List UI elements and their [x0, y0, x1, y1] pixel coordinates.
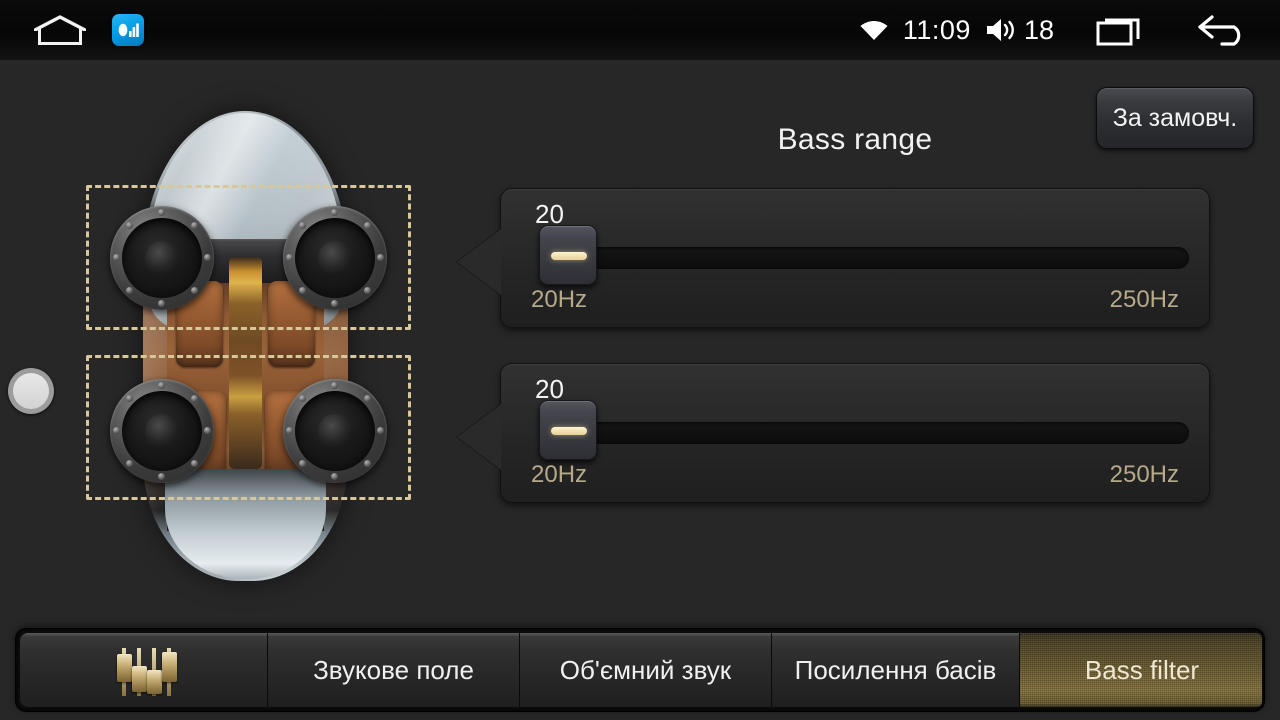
rotary-knob[interactable]	[8, 368, 54, 414]
speaker-screw	[191, 287, 198, 294]
speaker-dome	[318, 241, 352, 275]
speaker-screw	[364, 287, 371, 294]
speaker-screw	[331, 473, 338, 480]
page-title: Bass range	[777, 123, 933, 156]
speaker-screw	[191, 222, 198, 229]
speaker-screw	[126, 460, 133, 467]
slider-min-label: 20Hz	[531, 461, 588, 488]
front-right-speaker[interactable]	[283, 206, 387, 310]
speaker-screw	[331, 382, 338, 389]
speaker-screw	[331, 300, 338, 307]
rear-left-speaker[interactable]	[110, 379, 214, 483]
slider-max-label: 250Hz	[1109, 461, 1179, 488]
status-bar: 11:09 18	[0, 0, 1280, 60]
tab-surround-sound[interactable]: Об'ємний звук	[520, 633, 772, 707]
speaker-screw	[299, 287, 306, 294]
speaker-screw	[377, 427, 384, 434]
speaker-screw	[158, 473, 165, 480]
fader-cap	[116, 654, 132, 682]
speaker-screw	[158, 382, 165, 389]
speaker-dome	[145, 241, 179, 275]
back-arrow-icon[interactable]	[1196, 13, 1250, 47]
home-icon[interactable]	[34, 15, 86, 45]
car-body	[143, 111, 348, 581]
speaker-screw	[113, 254, 120, 261]
speaker-screw	[299, 395, 306, 402]
speaker-screw	[331, 209, 338, 216]
equalizer-icon	[116, 644, 177, 696]
speaker-screw	[299, 222, 306, 229]
bottom-tab-bar: Звукове поле Об'ємний звук Посилення бас…	[16, 629, 1264, 711]
music-equalizer-app-icon[interactable]	[112, 14, 144, 46]
speaker-screw	[126, 222, 133, 229]
panel-pointer-icon	[457, 404, 501, 470]
home-walls-icon	[38, 28, 82, 45]
speaker-screw	[364, 222, 371, 229]
rear-right-speaker[interactable]	[283, 379, 387, 483]
front-left-speaker[interactable]	[110, 206, 214, 310]
volume-icon[interactable]	[985, 17, 1017, 43]
speaker-dome	[145, 414, 179, 448]
speaker-screw	[113, 427, 120, 434]
speaker-screw	[364, 395, 371, 402]
speaker-screw	[158, 209, 165, 216]
volume-level: 18	[1023, 14, 1054, 45]
slider-max-label: 250Hz	[1109, 286, 1179, 313]
slider-thumb[interactable]	[539, 225, 597, 285]
slider-fill	[545, 249, 1187, 267]
car-diagram	[86, 105, 416, 585]
speaker-screw	[364, 460, 371, 467]
panel-pointer-icon	[457, 229, 501, 295]
speaker-screw	[126, 395, 133, 402]
rear-bass-range-slider[interactable]: 20 20Hz 250Hz	[457, 363, 1210, 503]
fader-cap	[161, 652, 177, 682]
front-bass-range-slider[interactable]: 20 20Hz 250Hz	[457, 188, 1210, 328]
fader-cap	[146, 670, 162, 694]
slider-thumb[interactable]	[539, 400, 597, 460]
speaker-screw	[204, 427, 211, 434]
speaker-screw	[191, 460, 198, 467]
wifi-icon	[859, 18, 889, 42]
slider-fill	[545, 424, 1187, 442]
speaker-screw	[286, 254, 293, 261]
speaker-screw	[204, 254, 211, 261]
fader-cap	[131, 666, 147, 692]
status-bar-right: 11:09 18	[859, 0, 1280, 60]
recents-icon[interactable]	[1096, 14, 1144, 46]
status-clock: 11:09	[902, 14, 971, 45]
tab-bass-boost[interactable]: Посилення басів	[772, 633, 1020, 707]
speaker-screw	[191, 395, 198, 402]
tab-bass-filter[interactable]: Bass filter	[1020, 633, 1262, 707]
speaker-screw	[299, 460, 306, 467]
slider-track-area[interactable]	[523, 225, 1189, 285]
tab-equalizer[interactable]	[20, 633, 268, 707]
tab-sound-field[interactable]: Звукове поле	[268, 633, 520, 707]
speaker-screw	[286, 427, 293, 434]
slider-min-label: 20Hz	[531, 286, 588, 313]
speaker-screw	[158, 300, 165, 307]
equalizer-glyph-icon	[118, 23, 139, 37]
speaker-screw	[126, 287, 133, 294]
status-bar-left	[0, 14, 144, 46]
slider-track-area[interactable]	[523, 400, 1189, 460]
speaker-screw	[377, 254, 384, 261]
speaker-dome	[318, 414, 352, 448]
